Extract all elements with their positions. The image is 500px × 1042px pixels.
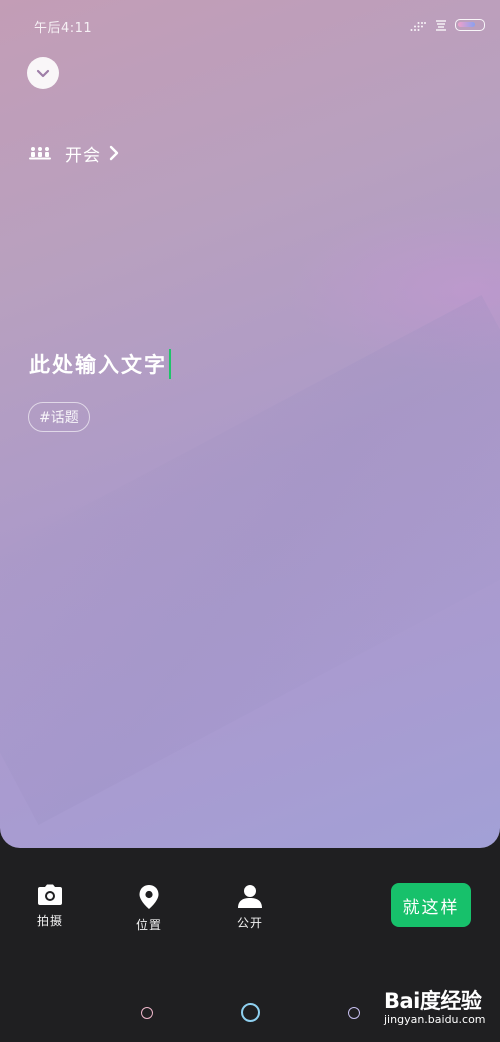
location-label: 位置 [135,918,162,932]
visibility-button[interactable]: 公开 [220,884,280,931]
chevron-right-icon [109,145,119,161]
camera-label: 拍摄 [36,914,63,928]
watermark-logo: Bai度经验 [384,989,482,1013]
battery-icon [455,19,485,31]
signal-icon [410,22,426,31]
visibility-label: 公开 [236,916,263,930]
activity-label: 开会 [65,145,101,166]
status-bar: 午后4:11 [0,0,500,52]
text-input[interactable]: 此处输入文字 [29,346,171,382]
nav-menu-button[interactable] [141,1007,153,1019]
status-time: 午后4:11 [34,21,93,36]
battery-fill [458,22,475,27]
location-pin-icon [139,885,159,909]
camera-icon [38,884,62,905]
text-input-placeholder: 此处输入文字 [29,353,167,377]
activity-selector[interactable]: 开会 [29,138,119,168]
confirm-button[interactable]: 就这样 [391,883,471,927]
text-cursor [169,349,171,379]
nav-back-button[interactable] [348,1007,360,1019]
watermark-url: jingyan.baidu.com [384,1013,486,1026]
people-group-icon [29,147,51,160]
nav-home-button[interactable] [241,1003,260,1022]
person-icon [238,885,262,908]
collapse-button[interactable] [27,57,59,89]
chevron-down-icon [36,69,50,78]
camera-button[interactable]: 拍摄 [20,884,80,929]
topic-tag-button[interactable]: #话题 [28,402,90,432]
baidu-jingyan-watermark: Bai度经验 jingyan.baidu.com [384,985,486,1035]
location-button[interactable]: 位置 [119,884,179,933]
wifi-icon [436,20,446,31]
